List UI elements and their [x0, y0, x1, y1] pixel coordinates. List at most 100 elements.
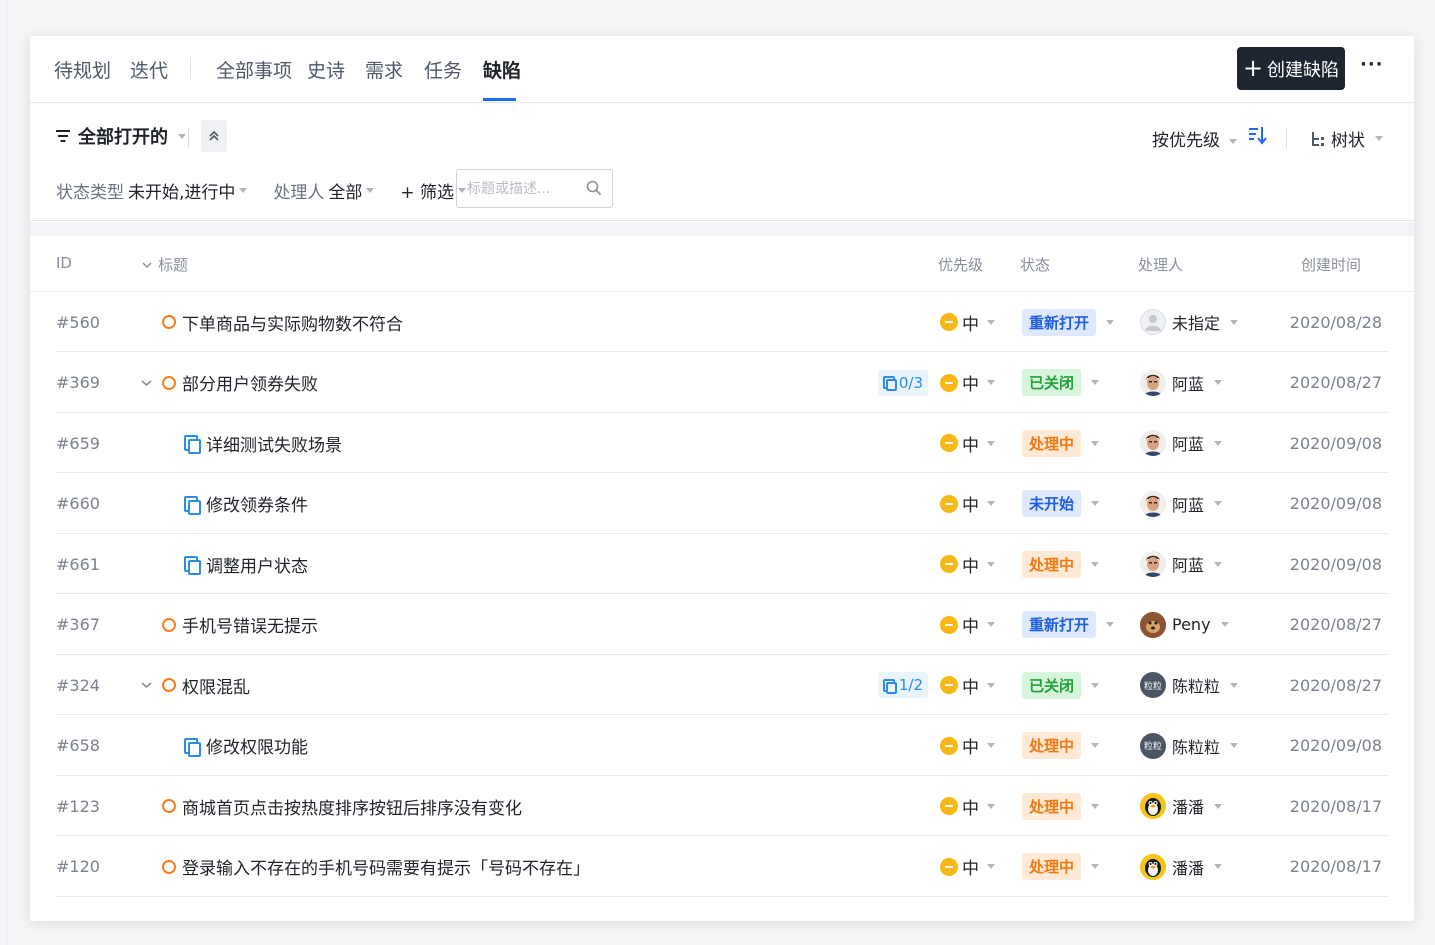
chevron-down-icon [1091, 803, 1100, 809]
issue-title[interactable]: 调整用户状态 [184, 534, 308, 594]
issue-title[interactable]: 修改领券条件 [184, 474, 308, 534]
status-selector[interactable]: 未开始 [1022, 474, 1100, 534]
col-header-priority[interactable]: 优先级 [938, 254, 983, 275]
issue-id: #560 [56, 312, 100, 332]
expand-toggle[interactable] [141, 353, 152, 413]
issue-title[interactable]: 商城首页点击按热度排序按钮后排序没有变化 [162, 776, 522, 836]
col-header-created[interactable]: 创建时间 [1301, 254, 1361, 275]
issue-id: #120 [56, 857, 100, 876]
table-row[interactable]: #123 商城首页点击按热度排序按钮后排序没有变化 中 处理中 潘潘 2020/08/17 [56, 776, 1388, 836]
status-selector[interactable]: 已关闭 [1022, 655, 1100, 715]
tab-iteration[interactable]: 迭代 [130, 56, 168, 83]
tab-task[interactable]: 任务 [424, 56, 462, 83]
created-date: 2020/08/17 [1289, 796, 1382, 816]
priority-selector[interactable]: 中 [940, 474, 995, 534]
owner-selector[interactable]: 粒粒 陈粒粒 [1140, 655, 1239, 715]
table-row[interactable]: #560 下单商品与实际购物数不符合 中 重新打开 未指定 2020/08/28 [56, 292, 1388, 352]
priority-medium-icon [940, 615, 958, 634]
search-input[interactable] [467, 180, 577, 197]
collapse-filters-button[interactable] [201, 120, 227, 152]
table-row[interactable]: #658 修改权限功能 中 处理中 粒粒 陈粒粒 2020/09/08 [56, 716, 1388, 776]
status-type-filter[interactable]: 状态类型 未开始,进行中 [56, 178, 248, 203]
chevron-down-icon [987, 682, 995, 688]
bug-icon [162, 375, 176, 390]
issue-title[interactable]: 登录输入不存在的手机号码需要有提示「号码不存在」 [162, 837, 590, 897]
priority-selector[interactable]: 中 [940, 837, 995, 897]
status-badge: 未开始 [1022, 490, 1082, 517]
search-icon[interactable] [586, 180, 602, 196]
owner-selector[interactable]: 未指定 [1140, 292, 1239, 352]
tree-view-selector[interactable]: 树状 [1311, 126, 1383, 151]
table-row[interactable]: #324 权限混乱 1/2 中 已关闭 粒粒 陈粒粒 2020/08/27 [56, 655, 1388, 715]
subtask-count-badge[interactable]: 0/3 [877, 369, 928, 396]
table-row[interactable]: #659 详细测试失败场景 中 处理中 阿蓝 2020/09/08 [56, 413, 1388, 473]
tab-backlog[interactable]: 待规划 [54, 56, 111, 83]
col-header-owner[interactable]: 处理人 [1138, 254, 1183, 275]
status-selector[interactable]: 重新打开 [1022, 292, 1115, 352]
owner-selector[interactable]: 粒粒 陈粒粒 [1140, 716, 1239, 776]
owner-filter[interactable]: 处理人 全部 [273, 178, 375, 203]
status-selector[interactable]: 重新打开 [1022, 595, 1115, 655]
view-selector[interactable]: 全部打开的 [56, 123, 186, 149]
status-selector[interactable]: 处理中 [1022, 413, 1100, 473]
priority-selector[interactable]: 中 [940, 534, 995, 594]
priority-selector[interactable]: 中 [940, 595, 995, 655]
filter-chips: 状态类型 未开始,进行中 处理人 全部 + 筛选 [56, 178, 492, 203]
avatar: 粒粒 [1140, 732, 1166, 759]
status-selector[interactable]: 处理中 [1022, 534, 1100, 594]
owner-selector[interactable]: 潘潘 [1140, 837, 1223, 897]
priority-medium-icon [940, 373, 958, 392]
priority-selector[interactable]: 中 [940, 413, 995, 473]
owner-selector[interactable]: 阿蓝 [1140, 474, 1223, 534]
issue-title[interactable]: 权限混乱 [162, 655, 250, 715]
tab-requirement[interactable]: 需求 [365, 56, 403, 83]
status-selector[interactable]: 已关闭 [1022, 353, 1100, 413]
table-row[interactable]: #369 部分用户领券失败 0/3 中 已关闭 阿蓝 2020/08/27 [56, 353, 1388, 413]
issue-title-text: 商城首页点击按热度排序按钮后排序没有变化 [182, 798, 522, 819]
issue-title[interactable]: 详细测试失败场景 [184, 413, 342, 473]
priority-selector[interactable]: 中 [940, 353, 995, 413]
col-header-status[interactable]: 状态 [1020, 254, 1050, 275]
issue-title[interactable]: 修改权限功能 [184, 716, 308, 776]
more-menu-button[interactable]: ··· [1360, 54, 1384, 75]
table-row[interactable]: #120 登录输入不存在的手机号码需要有提示「号码不存在」 中 处理中 潘潘 2020/0… [56, 837, 1388, 897]
priority-selector[interactable]: 中 [940, 716, 995, 776]
owner-filter-key: 处理人 [273, 183, 325, 203]
owner-selector[interactable]: 潘潘 [1140, 776, 1223, 836]
sort-selector[interactable]: 按优先级 [1152, 126, 1238, 151]
create-bug-button[interactable]: + 创建缺陷 [1237, 47, 1345, 90]
priority-medium-icon [940, 676, 958, 694]
owner-selector[interactable]: 阿蓝 [1140, 353, 1223, 413]
priority-selector[interactable]: 中 [940, 292, 995, 352]
tab-epic[interactable]: 史诗 [307, 56, 345, 83]
issue-title[interactable]: 手机号错误无提示 [162, 595, 318, 655]
chevron-down-icon [987, 803, 995, 809]
priority-medium-icon [940, 494, 958, 513]
owner-selector[interactable]: 阿蓝 [1140, 534, 1223, 594]
issue-title[interactable]: 部分用户领券失败 [162, 353, 318, 413]
priority-selector[interactable]: 中 [940, 776, 995, 836]
col-header-id[interactable]: ID [56, 254, 72, 272]
tab-bug[interactable]: 缺陷 [483, 56, 521, 83]
chevron-down-icon [1214, 803, 1223, 809]
status-selector[interactable]: 处理中 [1022, 776, 1100, 836]
chevron-down-icon [178, 133, 186, 139]
owner-selector[interactable]: Peny [1140, 595, 1229, 655]
created-date: 2020/09/08 [1289, 554, 1382, 574]
col-header-title[interactable]: 标题 [142, 254, 188, 275]
status-selector[interactable]: 处理中 [1022, 716, 1100, 776]
bug-icon [162, 678, 176, 692]
tab-all-items[interactable]: 全部事项 [216, 56, 292, 83]
issue-title[interactable]: 下单商品与实际购物数不符合 [162, 292, 403, 352]
expand-toggle[interactable] [141, 655, 152, 715]
owner-selector[interactable]: 阿蓝 [1140, 413, 1223, 473]
table-row[interactable]: #661 调整用户状态 中 处理中 阿蓝 2020/09/08 [56, 534, 1388, 594]
owner-name: 阿蓝 [1172, 556, 1205, 575]
subtask-count-badge[interactable]: 1/2 [877, 672, 928, 698]
status-selector[interactable]: 处理中 [1022, 837, 1100, 897]
sort-descending-icon[interactable] [1248, 125, 1268, 145]
table-row[interactable]: #367 手机号错误无提示 中 重新打开 Peny 2020/08/27 [56, 595, 1388, 655]
chevron-down-icon [1091, 440, 1100, 446]
table-row[interactable]: #660 修改领券条件 中 未开始 阿蓝 2020/09/08 [56, 474, 1388, 534]
priority-selector[interactable]: 中 [940, 655, 995, 715]
